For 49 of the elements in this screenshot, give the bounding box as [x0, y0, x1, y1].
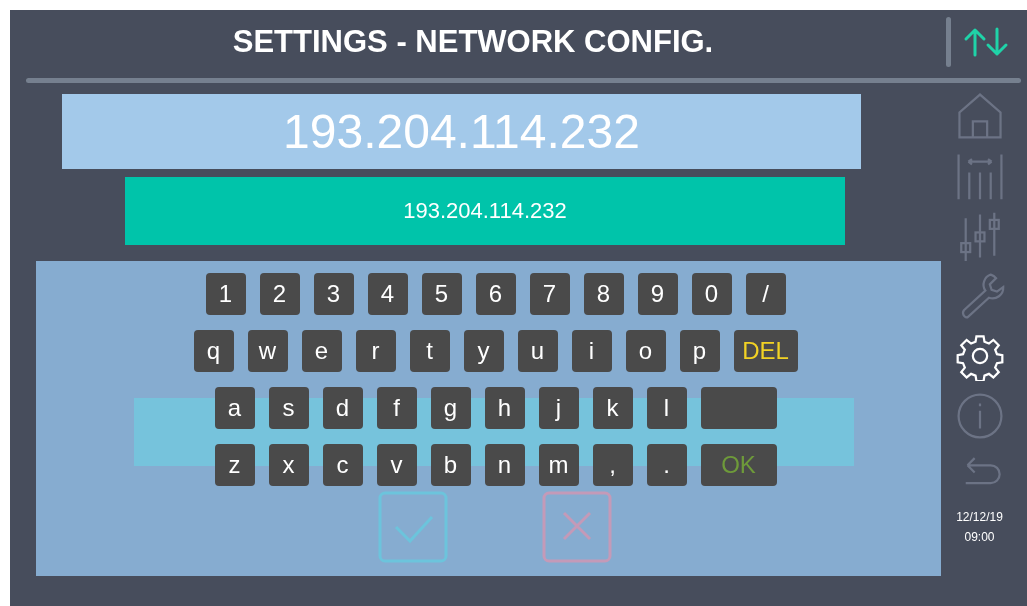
delete-key[interactable]: DEL: [733, 330, 798, 372]
keyboard-key[interactable]: b: [430, 444, 471, 486]
keyboard-key[interactable]: c: [322, 444, 363, 486]
screen-title: SETTINGS - NETWORK CONFIG.: [232, 24, 714, 60]
space-key[interactable]: [700, 387, 777, 429]
keyboard-key[interactable]: 7: [529, 273, 570, 315]
keyboard-key[interactable]: /: [745, 273, 786, 315]
keyboard-key[interactable]: h: [484, 387, 525, 429]
keyboard-key[interactable]: 1: [205, 273, 246, 315]
keyboard-key[interactable]: j: [538, 387, 579, 429]
info-icon[interactable]: [954, 391, 1005, 441]
keyboard-key[interactable]: e: [301, 330, 342, 372]
time-text: 09:00: [964, 529, 995, 546]
keyboard-key[interactable]: w: [247, 330, 288, 372]
keyboard-key[interactable]: 4: [367, 273, 408, 315]
keyboard-key[interactable]: x: [268, 444, 309, 486]
keyboard-key[interactable]: r: [355, 330, 396, 372]
keyboard-key[interactable]: m: [538, 444, 579, 486]
keyboard-key[interactable]: 2: [259, 273, 300, 315]
keyboard-key[interactable]: t: [409, 330, 450, 372]
keyboard-key[interactable]: 3: [313, 273, 354, 315]
keyboard-key[interactable]: s: [268, 387, 309, 429]
keyboard-key[interactable]: l: [646, 387, 687, 429]
keyboard-key[interactable]: 0: [691, 273, 732, 315]
keyboard-key[interactable]: o: [625, 330, 666, 372]
keyboard-key[interactable]: 9: [637, 273, 678, 315]
keyboard-key[interactable]: 8: [583, 273, 624, 315]
keyboard-key[interactable]: p: [679, 330, 720, 372]
keyboard-key[interactable]: a: [214, 387, 255, 429]
keyboard-key[interactable]: y: [463, 330, 504, 372]
check-button-icon: [377, 491, 448, 563]
keyboard-key[interactable]: z: [214, 444, 255, 486]
date-text: 12/12/19: [956, 509, 1003, 526]
keyboard-key[interactable]: u: [517, 330, 558, 372]
address-display: 193.204.114.232: [62, 94, 861, 169]
keyboard-key[interactable]: g: [430, 387, 471, 429]
keyboard-key[interactable]: k: [592, 387, 633, 429]
keyboard-key[interactable]: q: [193, 330, 234, 372]
keyboard-key[interactable]: f: [376, 387, 417, 429]
keyboard-key[interactable]: .: [646, 444, 687, 486]
keyboard-key[interactable]: 6: [475, 273, 516, 315]
up-down-arrows-icon[interactable]: [963, 27, 1009, 57]
keyboard-key[interactable]: d: [322, 387, 363, 429]
keyboard-key[interactable]: ,: [592, 444, 633, 486]
keyboard-key[interactable]: 5: [421, 273, 462, 315]
keyboard-key[interactable]: i: [571, 330, 612, 372]
keyboard-key[interactable]: n: [484, 444, 525, 486]
cross-button-icon: [541, 491, 612, 563]
keyboard-key[interactable]: v: [376, 444, 417, 486]
